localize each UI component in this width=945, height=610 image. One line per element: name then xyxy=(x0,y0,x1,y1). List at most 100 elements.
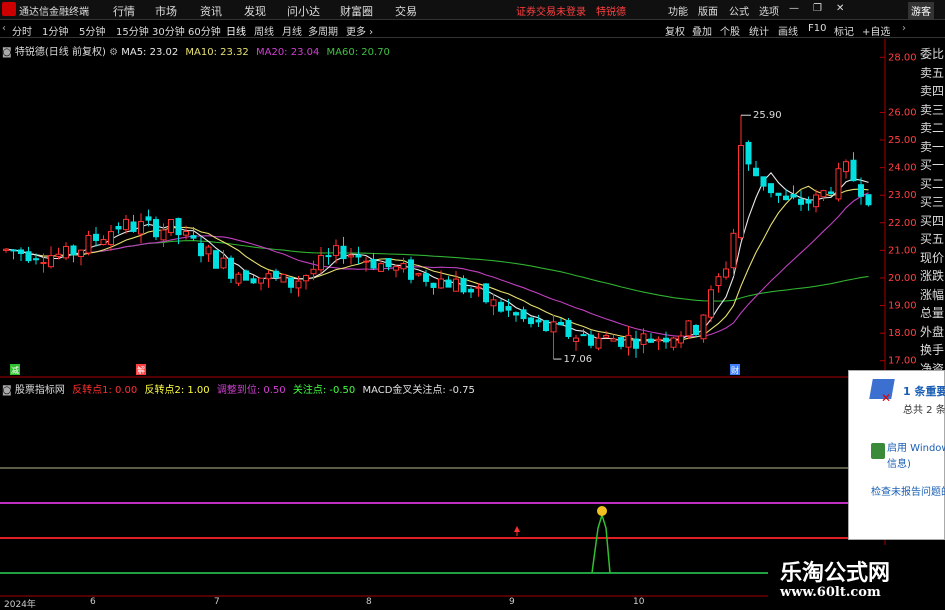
quote-label: 卖二 xyxy=(920,121,945,135)
candle-body xyxy=(730,232,737,269)
candle-body xyxy=(115,226,122,230)
close-icon[interactable]: ✕ xyxy=(836,3,844,14)
menu-options[interactable]: 选项 xyxy=(759,3,779,18)
period-daily[interactable]: 日线 xyxy=(226,23,246,38)
period-multi[interactable]: 多周期 xyxy=(308,23,338,38)
tool-adjust[interactable]: 复权 xyxy=(665,23,685,38)
candle-body xyxy=(813,194,819,208)
period-1min[interactable]: 1分钟 xyxy=(42,23,68,38)
candle-body xyxy=(340,245,347,260)
tool-mark[interactable]: 标记 xyxy=(834,23,854,38)
candle-body xyxy=(595,337,602,349)
indicator-name[interactable]: 股票指标网 xyxy=(15,385,65,396)
candle-body xyxy=(265,273,272,280)
tool-stats[interactable]: 统计 xyxy=(749,23,769,38)
menu-formula[interactable]: 公式 xyxy=(729,3,749,18)
candle-body xyxy=(670,337,677,348)
candle-body xyxy=(153,219,159,238)
candle-body xyxy=(10,249,17,252)
candle-body xyxy=(843,161,849,173)
stock-title: 特锐德(日线 前复权) xyxy=(14,47,106,58)
candle-body xyxy=(258,277,264,284)
period-60min[interactable]: 60分钟 xyxy=(188,23,221,38)
candle-body xyxy=(483,283,489,303)
candle-body xyxy=(835,168,842,200)
period-15min[interactable]: 15分钟 xyxy=(116,23,149,38)
notify-title: 1 条重要消 xyxy=(903,385,945,398)
menu-item-ask[interactable]: 问小达 xyxy=(287,3,320,19)
event-marker-label: 财 xyxy=(731,365,739,375)
period-weekly[interactable]: 周线 xyxy=(254,23,274,38)
panel-toggle-icon[interactable]: › xyxy=(902,23,906,34)
menu-layout[interactable]: 版面 xyxy=(698,3,718,18)
watermark-title: 乐淘公式网 xyxy=(780,560,891,586)
period-intraday[interactable]: 分时 xyxy=(12,23,32,38)
candle-body xyxy=(175,218,182,236)
menu-item-trade[interactable]: 交易 xyxy=(395,3,417,19)
candle-body xyxy=(805,199,812,204)
candle-body xyxy=(678,335,684,344)
period-more[interactable]: 更多 › xyxy=(346,23,373,38)
quote-label: 买三 xyxy=(920,195,945,209)
app-logo-icon xyxy=(2,2,16,16)
menu-function[interactable]: 功能 xyxy=(668,3,688,18)
windows-notification[interactable]: ✕ 1 条重要消 总共 2 条 启用 Window 信息) 检查未报告问题的 xyxy=(848,370,945,540)
notify-item[interactable]: 启用 Window xyxy=(887,439,945,454)
menu-item-quotes[interactable]: 行情 xyxy=(113,3,135,19)
period-30min[interactable]: 30分钟 xyxy=(152,23,185,38)
tool-overlay[interactable]: 叠加 xyxy=(692,23,712,38)
y-tick-label: 19.00 xyxy=(888,301,917,312)
notify-link[interactable]: 检查未报告问题的 xyxy=(871,483,945,498)
candle-body xyxy=(93,233,99,241)
y-tick-label: 26.00 xyxy=(888,107,917,118)
candle-body xyxy=(78,249,84,257)
chart-settings-icon[interactable]: ◙ xyxy=(2,47,15,58)
candle-body xyxy=(160,229,167,241)
candle-body xyxy=(460,278,467,293)
minimize-icon[interactable]: — xyxy=(789,3,799,14)
y-tick-label: 17.00 xyxy=(888,356,917,367)
quote-label: 卖四 xyxy=(920,84,945,98)
candlestick-chart[interactable]: 28.00 26.00 25.00 24.00 23.00 22.00 21.00 20.00… xyxy=(0,39,917,378)
menu-item-news[interactable]: 资讯 xyxy=(200,3,222,19)
restore-icon[interactable]: ❐ xyxy=(813,3,822,14)
candle-body xyxy=(663,337,669,343)
y-tick-label: 25.00 xyxy=(888,135,917,146)
adjust-label: 调整到位: 0.50 xyxy=(216,385,286,396)
menu-item-market[interactable]: 市场 xyxy=(155,3,177,19)
menu-item-discover[interactable]: 发现 xyxy=(244,3,266,19)
tool-add-watchlist[interactable]: +自选 xyxy=(862,23,890,38)
candle-body xyxy=(850,159,857,182)
gear-icon[interactable]: ⚙ xyxy=(109,47,121,58)
quote-label: 卖五 xyxy=(920,65,945,80)
signal-spike xyxy=(591,512,611,574)
tool-stock[interactable]: 个股 xyxy=(720,23,740,38)
collapse-icon[interactable]: ‹ xyxy=(2,23,6,34)
candle-body xyxy=(228,257,234,279)
candle-body xyxy=(378,263,384,272)
candle-body xyxy=(190,235,197,239)
x-tick: 10 xyxy=(633,597,645,607)
candle-body xyxy=(295,280,302,289)
menu-item-wealth[interactable]: 财富圈 xyxy=(340,3,373,19)
guest-button[interactable]: 游客 xyxy=(908,2,934,19)
candle-body xyxy=(40,262,47,265)
trade-login-warning[interactable]: 证券交易未登录 xyxy=(516,3,586,18)
quote-label: 卖三 xyxy=(920,102,945,117)
period-5min[interactable]: 5分钟 xyxy=(79,23,105,38)
notify-item-cont[interactable]: 信息) xyxy=(887,455,911,470)
high-price-label: 25.90 xyxy=(753,110,782,121)
candle-body xyxy=(723,268,729,278)
tool-f10[interactable]: F10 xyxy=(808,23,826,34)
candle-body xyxy=(543,320,549,332)
tool-draw[interactable]: 画线 xyxy=(778,23,798,38)
candle-body xyxy=(325,255,332,258)
candle-body xyxy=(610,338,617,342)
indicator-settings-icon[interactable]: ◙ xyxy=(2,385,15,396)
ma5-label: MA5: 23.02 xyxy=(121,47,179,58)
period-monthly[interactable]: 月线 xyxy=(282,23,302,38)
candle-body xyxy=(775,192,782,196)
ma20-label: MA20: 23.04 xyxy=(255,47,320,58)
candle-body xyxy=(603,335,609,338)
candle-body xyxy=(33,258,39,261)
